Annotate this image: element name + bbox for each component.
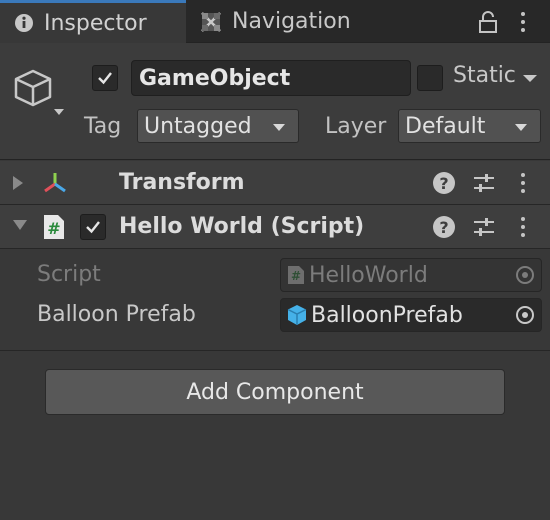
layer-dropdown[interactable]: Default [398, 109, 541, 143]
svg-text:#: # [291, 269, 301, 283]
csharp-script-icon: # [288, 266, 304, 284]
add-component-button[interactable]: Add Component [45, 369, 505, 415]
svg-text:#: # [47, 219, 60, 238]
layer-label: Layer [325, 114, 387, 139]
static-label[interactable]: Static [453, 63, 516, 88]
checkmark-icon [86, 221, 100, 234]
script-property-label: Script [37, 262, 101, 287]
tab-navigation-label: Navigation [232, 9, 351, 34]
chevron-down-icon [515, 124, 527, 131]
checkmark-icon [98, 72, 112, 85]
help-icon[interactable]: ? [433, 216, 455, 238]
script-enabled-checkbox[interactable] [80, 214, 106, 240]
balloon-prefab-field[interactable]: BalloonPrefab [280, 298, 542, 332]
info-icon [15, 14, 33, 32]
balloon-prefab-label: Balloon Prefab [37, 302, 196, 327]
object-picker-icon [516, 306, 534, 324]
component-menu-icon[interactable] [520, 173, 526, 193]
balloon-prefab-value: BalloonPrefab [311, 302, 463, 328]
script-properties: Script # HelloWorld Balloon Prefab Ballo… [0, 249, 550, 351]
active-checkbox[interactable] [92, 65, 118, 91]
transform-icon [44, 173, 66, 193]
gameobject-header: GameObject Static Tag Untagged Layer Def… [0, 43, 550, 160]
tab-bar: Inspector Navigation [0, 0, 550, 43]
object-picker-icon [516, 266, 534, 284]
static-checkbox[interactable] [417, 65, 443, 91]
script-object-field: # HelloWorld [280, 258, 542, 292]
foldout-expanded-icon[interactable] [12, 219, 28, 231]
tag-value: Untagged [144, 113, 252, 139]
helloworld-component-header[interactable]: # Hello World (Script) ? [0, 205, 550, 249]
object-picker[interactable] [509, 299, 541, 331]
tab-navigation[interactable]: Navigation [200, 0, 351, 43]
csharp-script-icon: # [44, 215, 64, 239]
gameobject-name-input[interactable]: GameObject [131, 60, 411, 96]
foldout-collapsed-icon[interactable] [12, 175, 24, 191]
tab-inspector[interactable]: Inspector [0, 0, 186, 43]
chevron-down-icon [273, 124, 285, 131]
tab-inspector-label: Inspector [44, 10, 147, 36]
object-picker [509, 259, 541, 291]
tag-label: Tag [84, 114, 122, 139]
navigation-icon [201, 11, 221, 32]
prefab-cube-icon [287, 305, 307, 325]
tab-menu-icon[interactable] [520, 12, 526, 32]
presets-icon[interactable] [472, 216, 496, 238]
component-menu-icon[interactable] [520, 217, 526, 237]
helloworld-title: Hello World (Script) [119, 214, 365, 239]
gameobject-cube-icon[interactable] [12, 65, 68, 121]
transform-component-header[interactable]: Transform ? [0, 161, 550, 205]
lock-icon[interactable] [478, 11, 498, 33]
help-icon[interactable]: ? [433, 172, 455, 194]
script-field-value: HelloWorld [309, 262, 428, 288]
tag-dropdown[interactable]: Untagged [137, 109, 299, 143]
layer-value: Default [405, 113, 486, 139]
static-dropdown-caret-icon[interactable] [522, 74, 538, 84]
presets-icon[interactable] [472, 172, 496, 194]
transform-title: Transform [119, 170, 245, 195]
